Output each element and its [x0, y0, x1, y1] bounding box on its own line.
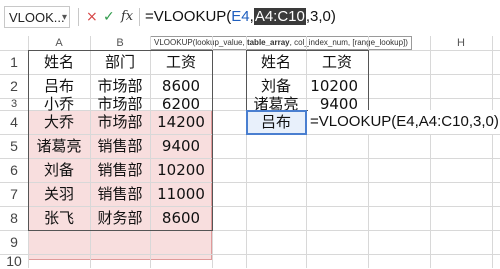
- formula-ref-e4: E4: [231, 8, 250, 25]
- table-cell[interactable]: 销售部: [90, 182, 150, 206]
- table-header-cell[interactable]: 姓名: [246, 50, 306, 74]
- row-header-3[interactable]: 3: [0, 98, 28, 110]
- confirm-icon[interactable]: ✓: [103, 8, 115, 26]
- column-header-h[interactable]: H: [430, 36, 492, 50]
- gridline: [430, 36, 431, 268]
- name-box[interactable]: VLOOK... ▾: [4, 6, 70, 28]
- row-header-1[interactable]: 1: [0, 50, 28, 74]
- formula-input[interactable]: =VLOOKUP(E4,A4:C10,3,0): [145, 5, 336, 29]
- gridline: [492, 36, 493, 268]
- row-header-10[interactable]: 10: [0, 254, 28, 268]
- table-cell[interactable]: 销售部: [90, 158, 150, 182]
- cell-formula-editor[interactable]: =VLOOKUP(E4,A4:C10,3,0): [308, 110, 500, 134]
- table-header-cell[interactable]: 部门: [90, 50, 150, 74]
- table-header-cell[interactable]: 工资: [150, 50, 212, 74]
- function-tooltip: VLOOKUP(lookup_value, table_array, col_i…: [150, 36, 412, 50]
- table-cell[interactable]: 张飞: [28, 206, 90, 230]
- table-cell[interactable]: 销售部: [90, 134, 150, 158]
- table-cell[interactable]: 9400: [150, 134, 212, 158]
- table-cell[interactable]: 8600: [150, 206, 212, 230]
- row-header-9[interactable]: 9: [0, 230, 28, 254]
- row-header-5[interactable]: 5: [0, 134, 28, 158]
- table-cell[interactable]: 财务部: [90, 206, 150, 230]
- tooltip-prefix: VLOOKUP(lookup_value,: [154, 38, 247, 47]
- active-cell-value: 吕布: [260, 113, 291, 131]
- table-cell[interactable]: 市场部: [90, 110, 150, 134]
- row-header-2[interactable]: 2: [0, 74, 28, 98]
- chevron-down-icon[interactable]: ▾: [62, 7, 67, 29]
- table-header-cell[interactable]: 姓名: [28, 50, 90, 74]
- table-cell[interactable]: 诸葛亮: [28, 134, 90, 158]
- tooltip-current-arg: table_array: [246, 38, 290, 47]
- table-cell[interactable]: 刘备: [28, 158, 90, 182]
- formula-ref-range: A4:C10: [253, 8, 306, 25]
- table-cell[interactable]: 大乔: [28, 110, 90, 134]
- insert-function-icon[interactable]: fx: [121, 8, 133, 26]
- tooltip-suffix: , col_index_num, [range_lookup]): [289, 38, 408, 47]
- table-cell[interactable]: 10200: [150, 158, 212, 182]
- formula-part: =VLOOKUP(: [145, 8, 232, 25]
- gridline: [0, 254, 500, 255]
- row-header-8[interactable]: 8: [0, 206, 28, 230]
- column-header-a[interactable]: A: [28, 36, 90, 50]
- name-box-value: VLOOK...: [9, 10, 65, 25]
- table-cell[interactable]: 11000: [150, 182, 212, 206]
- table-cell[interactable]: 14200: [150, 110, 212, 134]
- row-header-7[interactable]: 7: [0, 182, 28, 206]
- table-header-cell[interactable]: 工资: [306, 50, 368, 74]
- row-header-6[interactable]: 6: [0, 158, 28, 182]
- divider: [78, 8, 79, 26]
- table-cell[interactable]: 关羽: [28, 182, 90, 206]
- formula-bar: VLOOK... ▾ × ✓ fx =VLOOKUP(E4,A4:C10,3,0…: [0, 0, 500, 34]
- row-header-4[interactable]: 4: [0, 110, 28, 134]
- cancel-icon[interactable]: ×: [86, 8, 98, 26]
- formula-part: ,3,0): [305, 8, 336, 25]
- column-header-b[interactable]: B: [90, 36, 150, 50]
- divider: [139, 8, 140, 26]
